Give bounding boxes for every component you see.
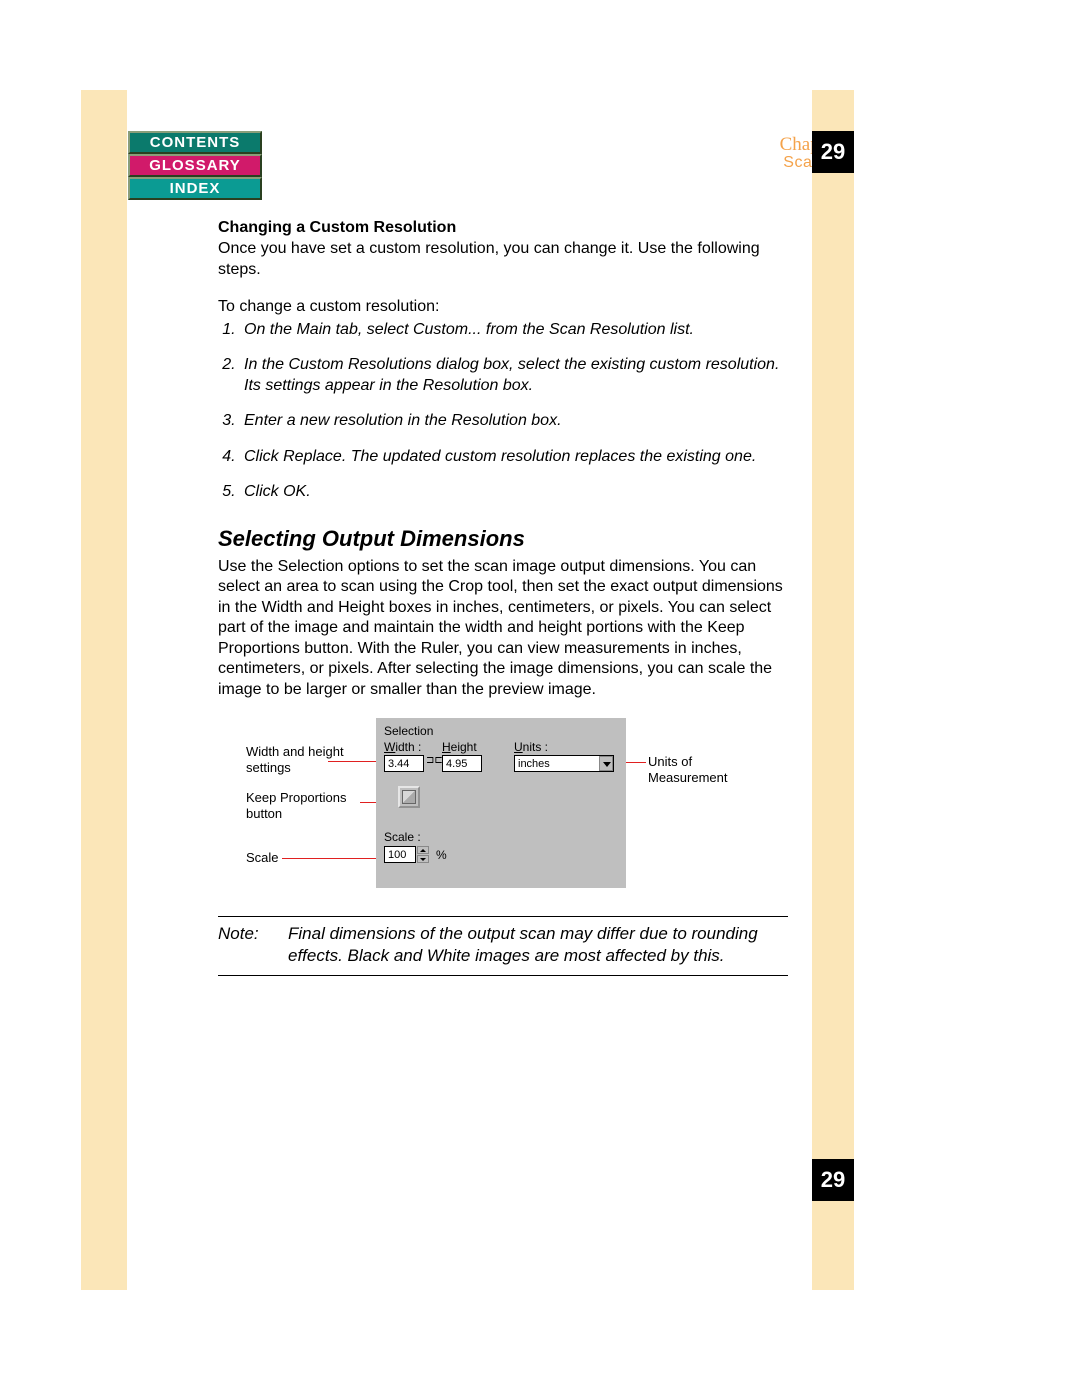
- note-block: Note: Final dimensions of the output sca…: [218, 916, 788, 976]
- step-item: In the Custom Resolutions dialog box, se…: [240, 355, 788, 396]
- heading-changing-resolution: Changing a Custom Resolution: [218, 218, 788, 238]
- note-label: Note:: [218, 923, 288, 967]
- units-value: inches: [518, 758, 550, 770]
- chevron-down-icon[interactable]: [599, 756, 613, 771]
- nav-contents-button[interactable]: CONTENTS: [128, 131, 262, 154]
- intro-paragraph: Once you have set a custom resolution, y…: [218, 239, 788, 280]
- note-text: Final dimensions of the output scan may …: [288, 923, 788, 967]
- lock-icon-frame: [402, 790, 416, 804]
- step-item: Enter a new resolution in the Resolution…: [240, 411, 788, 431]
- output-dimensions-paragraph: Use the Selection options to set the sca…: [218, 557, 788, 700]
- step-item: Click Replace. The updated custom resolu…: [240, 447, 788, 467]
- right-margin-bar: [812, 90, 854, 1290]
- steps-list: On the Main tab, select Custom... from t…: [218, 320, 788, 503]
- panel-title: Selection: [384, 724, 433, 739]
- callout-units: Units of Measurement: [648, 754, 758, 785]
- height-input[interactable]: 4.95: [442, 755, 482, 772]
- link-icon: ⊐⊏: [426, 755, 443, 768]
- note-rule-bottom: [218, 975, 788, 976]
- width-input[interactable]: 3.44: [384, 755, 424, 772]
- selection-panel: Selection Width : Height Units : 3.44 ⊐⊏…: [376, 718, 626, 888]
- nav-button-group: CONTENTS GLOSSARY INDEX: [128, 131, 262, 200]
- keep-proportions-button[interactable]: [398, 786, 420, 808]
- nav-index-button[interactable]: INDEX: [128, 177, 262, 200]
- scale-spinner[interactable]: [417, 846, 429, 863]
- subhead-to-change: To change a custom resolution:: [218, 297, 788, 317]
- left-margin-bar: [81, 90, 127, 1290]
- page-number-bottom: 29: [812, 1159, 854, 1201]
- step-item: Click OK.: [240, 482, 788, 502]
- page-number-top: 29: [812, 131, 854, 173]
- units-label: Units :: [514, 740, 548, 755]
- leader-line: [282, 858, 382, 859]
- percent-label: %: [436, 848, 447, 863]
- spinner-up-icon[interactable]: [417, 846, 429, 854]
- callout-width-height: Width and height settings: [246, 744, 366, 775]
- selection-panel-diagram: Width and height settings Keep Proportio…: [218, 718, 788, 898]
- callout-scale: Scale: [246, 850, 279, 866]
- spinner-down-icon[interactable]: [417, 855, 429, 863]
- main-content: Changing a Custom Resolution Once you ha…: [218, 218, 788, 976]
- scale-input[interactable]: 100: [384, 846, 416, 863]
- heading-selecting-output: Selecting Output Dimensions: [218, 525, 788, 553]
- units-dropdown[interactable]: inches: [514, 755, 614, 772]
- callout-keep-proportions: Keep Proportions button: [246, 790, 366, 821]
- step-item: On the Main tab, select Custom... from t…: [240, 320, 788, 340]
- width-label: Width :: [384, 740, 421, 755]
- nav-glossary-button[interactable]: GLOSSARY: [128, 154, 262, 177]
- scale-label: Scale :: [384, 830, 421, 845]
- height-label: Height: [442, 740, 477, 755]
